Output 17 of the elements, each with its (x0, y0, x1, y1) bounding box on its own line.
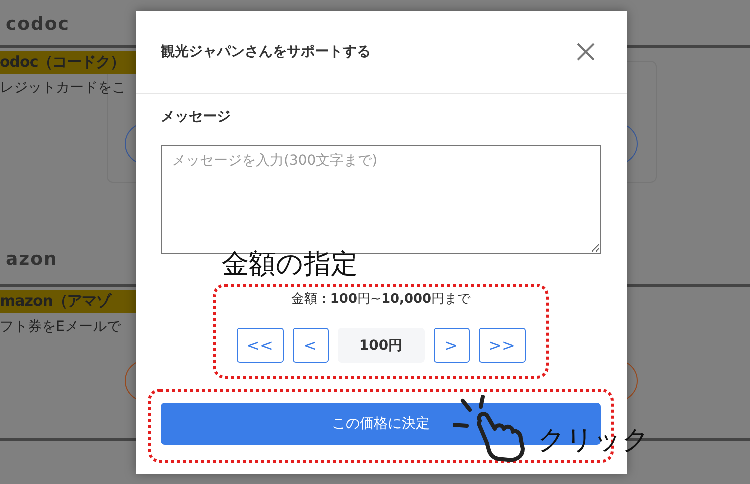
dialog-title: 観光ジャパンさんをサポートする (161, 43, 371, 61)
logo: azon (6, 249, 58, 270)
step-button[interactable]: < (292, 328, 328, 363)
step-button[interactable]: >> (478, 328, 526, 363)
field-label: メッセージ (161, 108, 231, 126)
callout-title: 金額の指定 (222, 251, 358, 278)
step-button[interactable]: << (236, 328, 284, 363)
section-heading: odoc（コードク） (0, 51, 136, 74)
hand-click-icon (453, 395, 525, 462)
section-heading: mazon（アマゾ (0, 290, 136, 313)
amount-range-text: 金額：100円~10,000円まで (291, 291, 471, 308)
close-icon[interactable] (577, 43, 595, 61)
step-button[interactable]: > (434, 328, 470, 363)
section-description: フト券をEメールで (0, 318, 122, 336)
amount-value: 100円 (338, 328, 424, 363)
logo: codoc (6, 14, 70, 35)
section-description: レジットカードをこ (0, 79, 127, 97)
